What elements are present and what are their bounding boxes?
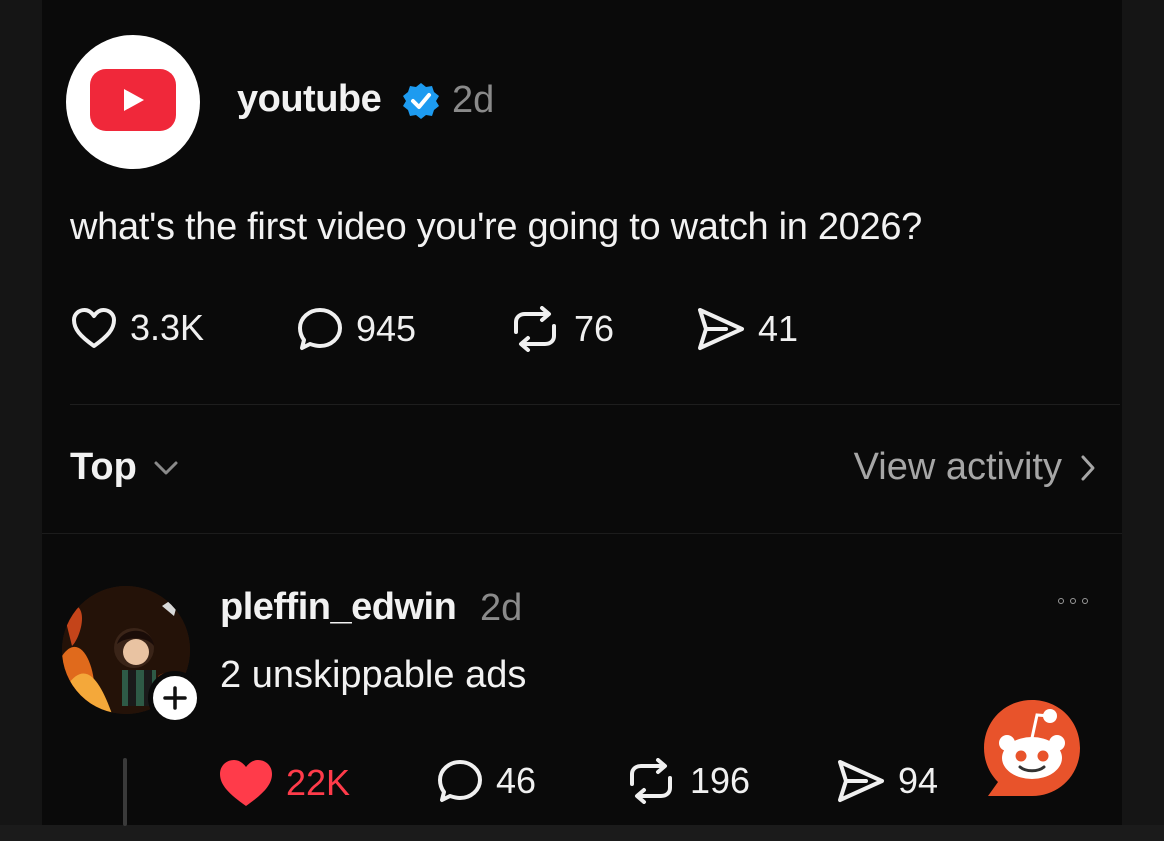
repost-icon [630, 758, 672, 804]
share-icon [838, 760, 884, 802]
post-reply-button[interactable]: 945 [296, 306, 416, 352]
reply-reply-count: 46 [496, 760, 537, 801]
chevron-down-icon [154, 461, 178, 474]
post-like-count: 3.3K [130, 307, 205, 348]
screen: youtube 2d what's the first video you're… [0, 0, 1164, 841]
heart-icon [72, 308, 116, 348]
reply-like-count: 22K [286, 762, 351, 803]
post-like-button[interactable]: 3.3K [70, 306, 204, 350]
chevron-right-icon [1081, 455, 1095, 480]
reply-repost-button[interactable]: 196 [624, 758, 750, 804]
post-reply-count: 945 [356, 308, 417, 349]
bottom-edge [0, 825, 1164, 841]
post-username[interactable]: youtube [237, 78, 382, 121]
thread-card [42, 0, 1122, 825]
post-share-count: 41 [758, 308, 799, 349]
reply-like-button[interactable]: 22K [218, 758, 350, 808]
reply-repost-count: 196 [690, 760, 751, 801]
reddit-watermark-icon [984, 700, 1080, 796]
comment-icon [298, 308, 342, 350]
reply-text: 2 unskippable ads [220, 654, 527, 696]
sort-dropdown[interactable]: Top [70, 446, 179, 489]
divider [42, 533, 1122, 534]
post-repost-count: 76 [574, 308, 615, 349]
post-repost-button[interactable]: 76 [508, 306, 614, 352]
view-activity-label: View activity [853, 446, 1062, 488]
right-edge [1122, 0, 1164, 841]
left-edge [0, 0, 42, 841]
sort-label: Top [70, 446, 137, 488]
post-time: 2d [452, 79, 495, 121]
thread-line [123, 758, 127, 826]
more-options-button[interactable] [1058, 598, 1088, 604]
plus-icon [163, 686, 187, 710]
divider [70, 404, 1120, 405]
more-icon-dot [1082, 598, 1088, 604]
more-icon [1058, 598, 1064, 604]
youtube-avatar[interactable] [66, 35, 200, 169]
reply-share-button[interactable]: 94 [836, 758, 938, 804]
youtube-logo-icon [90, 69, 176, 131]
reply-reply-button[interactable]: 46 [436, 758, 536, 804]
reply-time: 2d [480, 587, 523, 629]
share-icon [698, 308, 744, 350]
verified-badge-icon [403, 83, 439, 119]
comment-icon [438, 760, 482, 802]
more-icon-dot [1070, 598, 1076, 604]
post-text: what's the first video you're going to w… [70, 206, 923, 248]
post-share-button[interactable]: 41 [696, 306, 798, 352]
reply-share-count: 94 [898, 760, 939, 801]
heart-icon [220, 760, 272, 806]
follow-button[interactable] [148, 671, 202, 725]
view-activity-link[interactable]: View activity [854, 446, 1096, 489]
reply-username[interactable]: pleffin_edwin [220, 586, 457, 629]
repost-icon [514, 306, 556, 352]
